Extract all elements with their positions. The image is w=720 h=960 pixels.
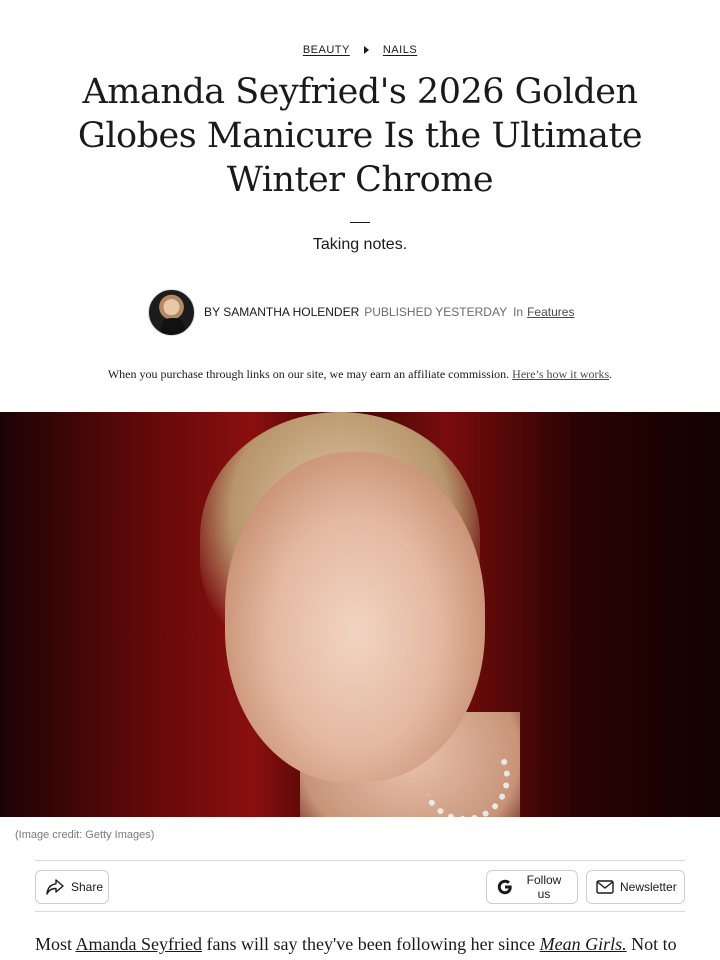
follow-us-button[interactable]: Follow us <box>486 870 578 904</box>
breadcrumb-nails[interactable]: NAILS <box>383 44 417 56</box>
newsletter-button[interactable]: Newsletter <box>586 870 685 904</box>
mean-girls-title: Mean Girls. <box>539 934 627 954</box>
share-button[interactable]: Share <box>35 870 109 904</box>
share-arrow-icon <box>45 878 65 896</box>
google-g-icon <box>496 878 514 896</box>
byline: BY SAMANTHA HOLENDER PUBLISHED YESTERDAY… <box>148 288 574 336</box>
body-text-1: Most <box>35 934 76 954</box>
triangle-right-icon <box>363 46 369 54</box>
body-text-2: fans will say they've been following her… <box>202 934 540 954</box>
article-title: Amanda Seyfried's 2026 Golden Globes Man… <box>77 72 643 200</box>
image-credit: (Image credit: Getty Images) <box>15 829 155 841</box>
author-avatar[interactable] <box>148 288 195 336</box>
title-divider <box>350 222 370 223</box>
newsletter-label: Newsletter <box>620 880 677 894</box>
breadcrumb-beauty[interactable]: BEAUTY <box>303 44 350 56</box>
article-body-paragraph: Most Amanda Seyfried fans will say they'… <box>35 934 695 955</box>
affiliate-text: When you purchase through links on our s… <box>107 367 510 381</box>
article-subtitle: Taking notes. <box>312 236 408 253</box>
affiliate-period: . <box>609 367 613 381</box>
affiliate-how-it-works-link[interactable]: Here’s how it works <box>512 367 609 381</box>
share-bar: Share Follow us Newsletter <box>35 860 685 912</box>
mean-girls-link[interactable]: Mean Girls. <box>540 934 627 954</box>
hero-face-shape <box>225 452 485 782</box>
published-label: PUBLISHED <box>364 305 433 319</box>
byline-by: BY <box>204 305 221 319</box>
section-link-features[interactable]: Features <box>527 305 574 319</box>
envelope-icon <box>596 880 614 894</box>
follow-us-label: Follow us <box>526 873 562 901</box>
amanda-seyfried-link[interactable]: Amanda Seyfried <box>76 934 202 954</box>
affiliate-disclaimer: When you purchase through links on our s… <box>0 367 720 382</box>
body-text-3: Not to <box>626 934 677 954</box>
hero-image <box>0 412 720 817</box>
share-button-label: Share <box>71 880 104 894</box>
author-name[interactable]: SAMANTHA HOLENDER <box>223 305 359 319</box>
published-date: YESTERDAY <box>435 305 508 319</box>
section-in-label: In <box>513 305 524 319</box>
breadcrumb: BEAUTY NAILS <box>0 44 720 56</box>
